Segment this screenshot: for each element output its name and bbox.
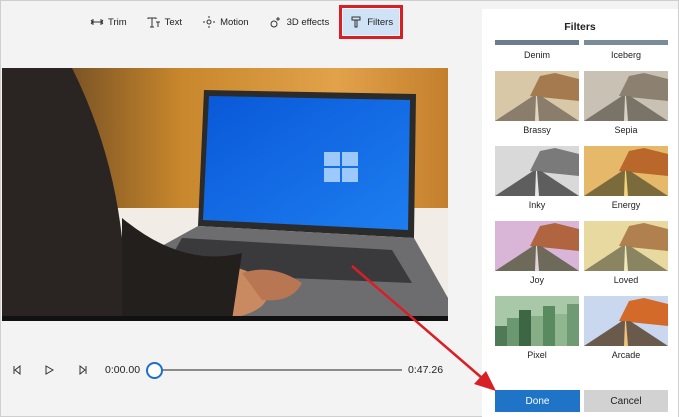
- text-icon: [147, 16, 161, 28]
- filter-tile-energy[interactable]: [584, 146, 668, 196]
- edit-toolbar: Trim Text Motion 3D effects Filters: [84, 5, 407, 39]
- seek-track[interactable]: [160, 369, 402, 371]
- filter-label-inky: Inky: [528, 200, 546, 210]
- filter-tile-brassy[interactable]: [495, 71, 579, 121]
- previous-frame-icon: [10, 363, 24, 377]
- trim-icon: [90, 16, 104, 28]
- filter-label-pixel: Pixel: [527, 350, 547, 360]
- motion-icon: [202, 16, 216, 28]
- text-button[interactable]: Text: [141, 9, 188, 35]
- filter-tile-iceberg[interactable]: [584, 36, 668, 45]
- current-time: 0:00.00: [105, 364, 141, 376]
- filters-button[interactable]: Filters: [339, 5, 404, 39]
- filter-tile-arcade[interactable]: [584, 296, 668, 346]
- filters-label: Filters: [367, 16, 394, 28]
- filter-label-sepia: Sepia: [614, 125, 638, 135]
- done-button[interactable]: Done: [495, 390, 580, 412]
- text-label: Text: [164, 16, 183, 28]
- 3d-effects-label: 3D effects: [286, 16, 330, 28]
- play-button[interactable]: [42, 360, 56, 380]
- video-bottom-bar: [2, 316, 448, 321]
- trim-label: Trim: [108, 16, 127, 28]
- filters-icon: [349, 16, 363, 28]
- motion-button[interactable]: Motion: [196, 9, 255, 35]
- filter-tile-inky[interactable]: [495, 146, 579, 196]
- next-frame-button[interactable]: [76, 360, 90, 380]
- filter-label-energy: Energy: [611, 200, 641, 210]
- filter-label-loved: Loved: [613, 275, 639, 285]
- filter-tile-sepia[interactable]: [584, 71, 668, 121]
- duration-time: 0:47.26: [408, 364, 444, 376]
- filter-label-arcade: Arcade: [611, 350, 641, 360]
- cancel-button[interactable]: Cancel: [584, 390, 668, 412]
- filter-label-iceberg: Iceberg: [610, 50, 642, 60]
- seek-thumb[interactable]: [146, 362, 163, 379]
- filter-tile-denim[interactable]: [495, 36, 579, 45]
- motion-label: Motion: [220, 16, 249, 28]
- filter-tile-joy[interactable]: [495, 221, 579, 271]
- filter-label-brassy: Brassy: [523, 125, 551, 135]
- video-frame-image: [2, 68, 448, 320]
- 3d-effects-button[interactable]: 3D effects: [263, 9, 336, 35]
- filter-tile-loved[interactable]: [584, 221, 668, 271]
- video-preview[interactable]: [2, 68, 448, 320]
- filter-label-joy: Joy: [529, 275, 544, 285]
- previous-frame-button[interactable]: [10, 360, 24, 380]
- next-frame-icon: [76, 363, 90, 377]
- filters-panel-title: Filters: [564, 21, 596, 33]
- trim-button[interactable]: Trim: [84, 9, 133, 35]
- play-icon: [42, 363, 56, 377]
- filter-label-denim: Denim: [523, 50, 550, 60]
- filter-tile-pixel[interactable]: [495, 296, 579, 346]
- 3d-effects-icon: [269, 16, 283, 28]
